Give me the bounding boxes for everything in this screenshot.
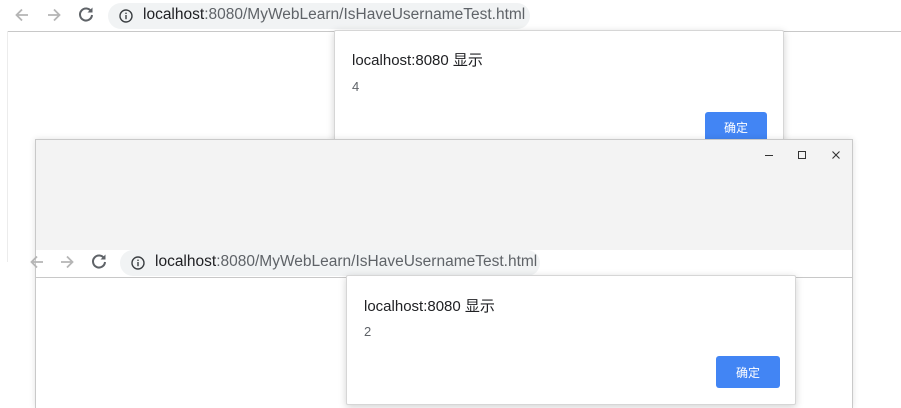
info-icon[interactable] [131,256,145,270]
address-bar[interactable]: localhost:8080/MyWebLearn/IsHaveUsername… [120,250,540,276]
reload-icon[interactable] [88,250,110,272]
dialog-title: localhost:8080 显示 [364,298,495,315]
url-host: localhost [155,253,217,270]
info-icon[interactable] [119,9,133,23]
front-window-toolbar: localhost:8080/MyWebLearn/IsHaveUsername… [30,250,852,278]
maximize-icon[interactable] [791,144,813,166]
dialog-title: localhost:8080 显示 [352,52,483,69]
forward-icon[interactable] [56,251,78,273]
minimize-icon[interactable] [758,144,780,166]
url-text: localhost:8080/MyWebLearn/IsHaveUsername… [143,6,525,24]
close-icon[interactable] [825,144,847,166]
forward-icon[interactable] [43,4,65,26]
back-window-content [0,31,8,262]
back-window-toolbar: localhost:8080/MyWebLearn/IsHaveUsername… [0,0,901,32]
ok-button[interactable]: 确定 [716,356,780,388]
alert-dialog: localhost:8080 显示 4 确定 [334,30,784,143]
reload-icon[interactable] [75,3,97,25]
url-host: localhost [143,6,205,23]
address-bar[interactable]: localhost:8080/MyWebLearn/IsHaveUsername… [108,3,530,29]
window-titlebar [36,140,852,250]
dialog-message: 2 [364,324,372,339]
back-icon[interactable] [26,251,48,273]
url-text: localhost:8080/MyWebLearn/IsHaveUsername… [155,253,537,271]
url-path: :8080/MyWebLearn/IsHaveUsernameTest.html [216,253,538,270]
dialog-message: 4 [352,79,360,94]
alert-dialog: localhost:8080 显示 2 确定 [346,275,796,405]
url-path: :8080/MyWebLearn/IsHaveUsernameTest.html [204,6,526,23]
back-icon[interactable] [11,4,33,26]
